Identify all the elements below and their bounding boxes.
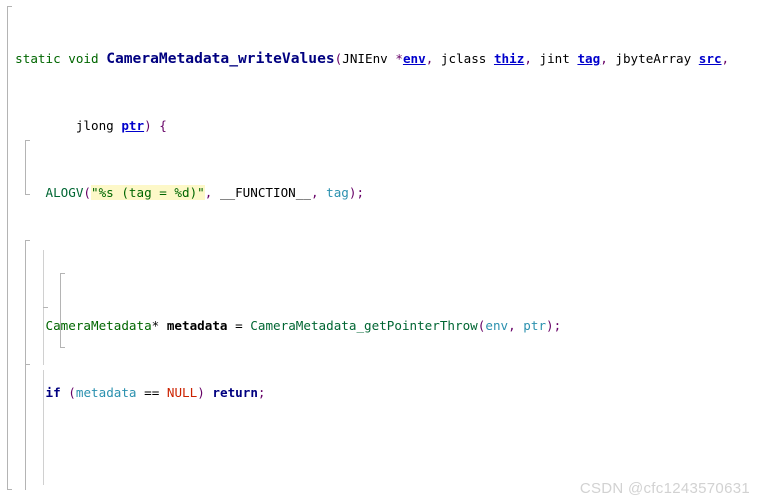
- token-keyword-if: if: [45, 385, 61, 401]
- token-param-env: env: [402, 51, 426, 67]
- token-keyword-return: return: [212, 385, 258, 401]
- code-line-6: if (metadata == NULL) return;: [0, 385, 760, 402]
- token-string: "%s (tag = %d)": [91, 184, 205, 200]
- token-punct: ,: [310, 184, 319, 200]
- token-macro-function: __FUNCTION__: [219, 184, 311, 200]
- token-type: jlong: [75, 117, 114, 133]
- token-call-getpointerthrow: CameraMetadata_getPointerThrow: [250, 318, 478, 334]
- token-punct: ,: [508, 318, 516, 334]
- token-keyword: static: [15, 51, 61, 67]
- token-punct: (: [83, 184, 92, 200]
- token-punct: ): [144, 117, 152, 133]
- token-type: JNIEnv: [342, 51, 388, 67]
- token-op: ==: [144, 385, 160, 401]
- token-type-cameametadata: CameraMetadata: [45, 318, 152, 334]
- token-punct: ,: [721, 51, 730, 67]
- token-punct: ,: [204, 184, 213, 200]
- code-line-7-blank: [0, 452, 760, 469]
- code-line-2: jlong ptr) {: [0, 118, 760, 135]
- token-param-ptr: ptr: [121, 117, 145, 133]
- token-punct: );: [546, 318, 562, 334]
- token-punct: ): [197, 385, 205, 401]
- token-var-ptr: ptr: [523, 318, 547, 334]
- token-punct: ;: [257, 385, 266, 401]
- code-line-4-blank: [0, 252, 760, 269]
- token-var-env: env: [485, 318, 509, 334]
- token-punct: );: [348, 184, 365, 200]
- token-punct: *: [151, 318, 160, 334]
- token-punct: *: [395, 51, 403, 67]
- code-line-5: CameraMetadata* metadata = CameraMetadat…: [0, 318, 760, 335]
- token-call-alogv: ALOGV: [45, 184, 84, 200]
- token-punct: (: [68, 385, 76, 401]
- token-type: jclass: [440, 51, 487, 67]
- token-op: =: [235, 318, 243, 334]
- token-var-tag: tag: [326, 184, 349, 200]
- token-function-name: CameraMetadata_writeValues: [106, 50, 335, 68]
- token-param-tag: tag: [577, 51, 601, 67]
- token-param-src: src: [698, 51, 722, 67]
- token-null: NULL: [166, 385, 198, 401]
- token-keyword: void: [68, 51, 99, 67]
- token-punct: ,: [524, 51, 532, 67]
- token-type: jbyteArray: [615, 51, 692, 67]
- token-type: jint: [539, 51, 570, 67]
- code-line-1: static void CameraMetadata_writeValues(J…: [0, 50, 760, 68]
- token-punct: ,: [425, 51, 434, 67]
- csdn-watermark: CSDN @cfc1243570631: [579, 480, 750, 497]
- token-decl-metadata: metadata: [166, 318, 228, 334]
- code-content[interactable]: static void CameraMetadata_writeValues ( J…: [0, 0, 760, 503]
- token-punct: ,: [600, 51, 608, 67]
- code-line-3: ALOGV("%s (tag = %d)", __FUNCTION__, tag…: [0, 184, 760, 202]
- token-param-thiz: thiz: [493, 51, 525, 67]
- token-var-metadata: metadata: [75, 385, 137, 401]
- token-punct: {: [159, 117, 167, 133]
- code-editor[interactable]: static void CameraMetadata_writeValues ( J…: [0, 0, 760, 503]
